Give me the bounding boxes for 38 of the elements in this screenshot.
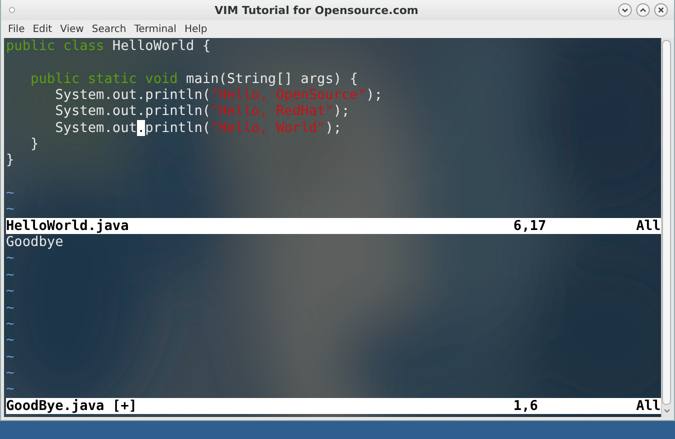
scroll-position: All [636, 218, 661, 234]
code-line: System.out.println("Hello, OpenSource"); [54, 87, 382, 104]
menu-item[interactable]: View [56, 22, 88, 36]
scroll-position: All [636, 398, 661, 414]
code-line: Goodbye [6, 234, 64, 250]
window-icon [9, 7, 15, 13]
cursor-position: 6,17 [513, 218, 548, 234]
empty-line-marker: ~ [6, 283, 14, 300]
code-line: } [6, 152, 14, 168]
empty-line-marker: ~ [6, 300, 14, 316]
close-icon[interactable] [654, 3, 668, 17]
scrollbar[interactable] [660, 38, 672, 417]
empty-line-marker: ~ [6, 185, 14, 202]
file-name: HelloWorld.java [6, 218, 130, 234]
code-line: System.out.println("Hello, RedHat"); [54, 103, 350, 120]
menu-item[interactable]: File [4, 22, 29, 36]
menu-item[interactable]: Terminal [130, 22, 180, 36]
maximize-icon[interactable] [636, 3, 650, 17]
empty-line-marker: ~ [6, 316, 14, 332]
code-line: public static void main(String[] args) { [30, 70, 358, 87]
menu-item[interactable]: Help [180, 22, 212, 36]
empty-line-marker: ~ [6, 266, 14, 283]
window-title: VIM Tutorial for Opensource.com [214, 4, 420, 16]
empty-line-marker: ~ [6, 381, 14, 398]
code-line: public class HelloWorld { [6, 38, 211, 54]
code-line: } [30, 136, 39, 152]
empty-line-marker: ~ [6, 201, 14, 218]
empty-line-marker: ~ [6, 364, 14, 381]
empty-line-marker: ~ [6, 250, 14, 266]
minimize-icon[interactable] [618, 3, 632, 17]
file-name: GoodBye.java [+] [6, 398, 138, 414]
empty-line-marker: ~ [6, 332, 14, 348]
empty-line-marker: ~ [6, 348, 14, 365]
cursor-position: 1,6 [513, 398, 539, 414]
code-line: System.out.println("Hello, World"); [54, 120, 342, 136]
menu-item[interactable]: Edit [28, 22, 56, 36]
menu-item[interactable]: Search [88, 22, 130, 36]
chevron-down-icon[interactable] [662, 407, 671, 415]
